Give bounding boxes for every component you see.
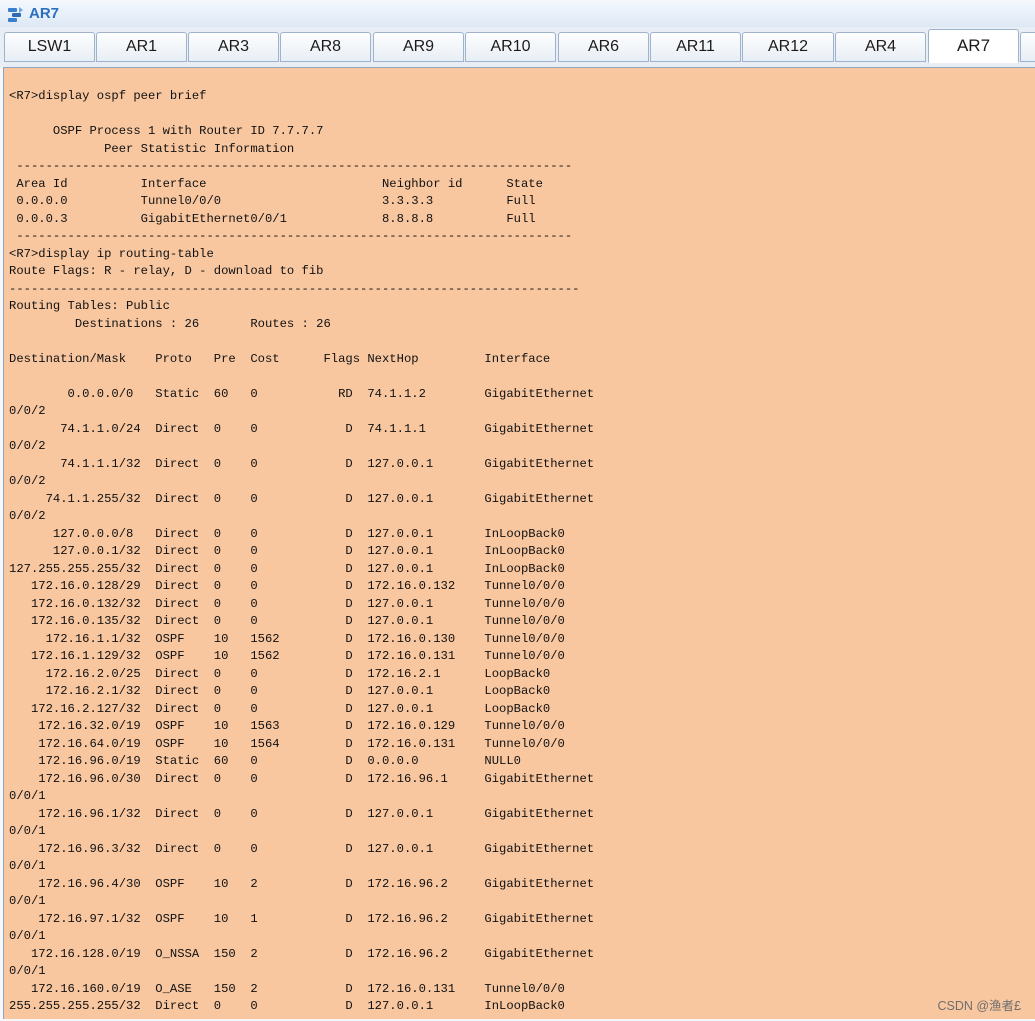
terminal-line: <R7>display ip routing-table <box>9 246 214 261</box>
terminal-line: 0/0/2 <box>9 439 46 453</box>
window-titlebar: AR7 <box>0 0 1035 28</box>
terminal-line: OSPF Process 1 with Router ID 7.7.7.7 <box>9 124 324 138</box>
tab-ar4[interactable]: AR4 <box>835 32 926 62</box>
terminal-line: 74.1.1.0/24 Direct 0 0 D 74.1.1.1 Gigabi… <box>9 421 595 436</box>
tab-overflow[interactable] <box>1020 32 1035 62</box>
terminal-line: 172.16.160.0/19 O_ASE 150 2 D 172.16.0.1… <box>9 981 565 996</box>
terminal-line: 0/0/2 <box>9 509 46 523</box>
terminal-line: 0.0.0.0 Tunnel0/0/0 3.3.3.3 Full <box>9 194 536 208</box>
terminal-line: 172.16.96.0/30 Direct 0 0 D 172.16.96.1 … <box>9 771 595 786</box>
terminal-line: 0/0/1 <box>9 929 46 943</box>
terminal-line: Routing Tables: Public <box>9 299 170 313</box>
device-tab-bar: LSW1 AR1 AR3 AR8 AR9 AR10 AR6 AR11 AR12 … <box>0 27 1035 67</box>
terminal-line: 172.16.97.1/32 OSPF 10 1 D 172.16.96.2 G… <box>9 911 595 926</box>
tab-lsw1[interactable]: LSW1 <box>4 32 95 62</box>
terminal-line: <R7>display ospf peer brief <box>9 89 207 103</box>
tab-ar8[interactable]: AR8 <box>280 32 371 62</box>
tab-ar10[interactable]: AR10 <box>465 32 556 62</box>
tab-ar3[interactable]: AR3 <box>188 32 279 62</box>
terminal-output: <R7>display ospf peer brief OSPF Process… <box>4 68 1035 1016</box>
terminal-line: 172.16.96.3/32 Direct 0 0 D 127.0.0.1 Gi… <box>9 841 595 856</box>
terminal-line: 0/0/1 <box>9 859 46 873</box>
terminal-line: 0/0/1 <box>9 824 46 838</box>
tab-ar1[interactable]: AR1 <box>96 32 187 62</box>
terminal-line: 172.16.0.128/29 Direct 0 0 D 172.16.0.13… <box>9 579 565 593</box>
watermark: CSDN @渔者£ <box>937 999 1021 1013</box>
tab-ar6[interactable]: AR6 <box>558 32 649 62</box>
terminal-line: 0.0.0.0/0 Static 60 0 RD 74.1.1.2 Gigabi… <box>9 386 595 401</box>
terminal-line: Destinations : 26 Routes : 26 <box>9 316 331 331</box>
terminal-line: 172.16.96.0/19 Static 60 0 D 0.0.0.0 NUL… <box>9 754 521 768</box>
terminal-line: 172.16.128.0/19 O_NSSA 150 2 D 172.16.96… <box>9 946 595 961</box>
terminal-line: 172.16.2.1/32 Direct 0 0 D 127.0.0.1 Loo… <box>9 684 551 698</box>
terminal-line: 127.0.0.0/8 Direct 0 0 D 127.0.0.1 InLoo… <box>9 526 565 541</box>
terminal-line: 172.16.0.135/32 Direct 0 0 D 127.0.0.1 T… <box>9 614 565 628</box>
terminal-line: 0/0/2 <box>9 404 46 418</box>
terminal-line: Destination/Mask Proto Pre Cost Flags Ne… <box>9 351 551 366</box>
terminal-line: 255.255.255.255/32 Direct 0 0 D 127.0.0.… <box>9 999 565 1013</box>
terminal-line: Peer Statistic Information <box>9 141 295 156</box>
terminal-line: Area Id Interface Neighbor id State <box>9 176 543 191</box>
terminal-line: 172.16.96.4/30 OSPF 10 2 D 172.16.96.2 G… <box>9 876 595 891</box>
router-app-icon <box>8 6 23 22</box>
terminal-line: 172.16.0.132/32 Direct 0 0 D 127.0.0.1 T… <box>9 596 565 611</box>
terminal-line: Route Flags: R - relay, D - download to … <box>9 264 324 278</box>
tab-ar12[interactable]: AR12 <box>742 32 834 62</box>
terminal-console[interactable]: <R7>display ospf peer brief OSPF Process… <box>3 67 1035 1019</box>
terminal-line: 0/0/1 <box>9 964 46 978</box>
terminal-line: ----------------------------------------… <box>9 159 573 173</box>
terminal-line: 0/0/1 <box>9 894 46 908</box>
terminal-line: ----------------------------------------… <box>9 281 580 296</box>
terminal-line: 127.0.0.1/32 Direct 0 0 D 127.0.0.1 InLo… <box>9 544 565 558</box>
terminal-line: 74.1.1.1/32 Direct 0 0 D 127.0.0.1 Gigab… <box>9 456 595 471</box>
terminal-line: 172.16.1.1/32 OSPF 10 1562 D 172.16.0.13… <box>9 631 565 646</box>
terminal-line: 127.255.255.255/32 Direct 0 0 D 127.0.0.… <box>9 561 565 576</box>
terminal-line: 172.16.32.0/19 OSPF 10 1563 D 172.16.0.1… <box>9 719 565 733</box>
terminal-line: 0/0/1 <box>9 789 46 803</box>
terminal-line: 0.0.0.3 GigabitEthernet0/0/1 8.8.8.8 Ful… <box>9 211 536 226</box>
terminal-line: 172.16.1.129/32 OSPF 10 1562 D 172.16.0.… <box>9 649 565 663</box>
terminal-line: 74.1.1.255/32 Direct 0 0 D 127.0.0.1 Gig… <box>9 491 595 506</box>
terminal-line: 0/0/2 <box>9 474 46 488</box>
terminal-line: ----------------------------------------… <box>9 229 573 243</box>
terminal-line: 172.16.2.127/32 Direct 0 0 D 127.0.0.1 L… <box>9 701 551 716</box>
terminal-line: 172.16.2.0/25 Direct 0 0 D 172.16.2.1 Lo… <box>9 666 551 681</box>
tab-ar9[interactable]: AR9 <box>373 32 464 62</box>
tab-ar11[interactable]: AR11 <box>650 32 741 62</box>
terminal-line: 172.16.96.1/32 Direct 0 0 D 127.0.0.1 Gi… <box>9 806 595 821</box>
terminal-line: 172.16.64.0/19 OSPF 10 1564 D 172.16.0.1… <box>9 736 565 751</box>
window-title: AR7 <box>29 5 60 22</box>
tab-ar7[interactable]: AR7 <box>928 29 1019 63</box>
